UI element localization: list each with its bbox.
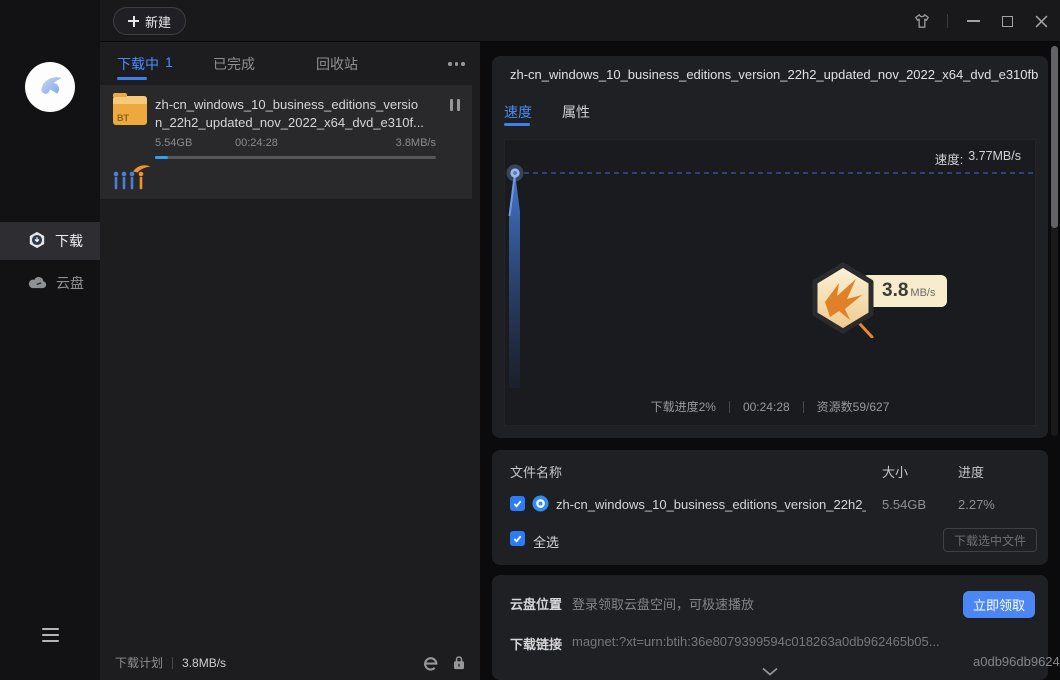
statusbar-speed: 3.8MB/s: [182, 656, 226, 670]
task-size: 5.54GB: [155, 137, 192, 149]
window-controls: [913, 0, 1050, 42]
controls-divider: [947, 14, 948, 28]
download-selected-button[interactable]: 下载选中文件: [943, 528, 1037, 552]
peer-boost-icons: [111, 165, 151, 198]
column-header-size: 大小: [882, 462, 908, 481]
titlebar: 新建: [100, 0, 1060, 42]
select-all-checkbox[interactable]: [510, 531, 525, 546]
thunder-bird-logo-icon: [32, 67, 68, 108]
sidebar-item-label: 云盘: [56, 273, 84, 293]
file-row-name[interactable]: zh-cn_windows_10_business_editions_versi…: [556, 497, 866, 512]
task-name: zh-cn_windows_10_business_editions_versi…: [155, 96, 435, 132]
more-options-icon[interactable]: [448, 62, 465, 66]
stats-divider: [803, 401, 804, 413]
file-row-progress: 2.27%: [958, 497, 995, 512]
list-tabs: 下载中 1 已完成 回收站: [100, 42, 480, 84]
task-elapsed: 00:24:28: [235, 137, 278, 149]
hash-overflow-text: a0db96db9624: [973, 654, 1060, 669]
file-checkbox[interactable]: [510, 496, 525, 511]
tab-trash[interactable]: 回收站: [316, 54, 358, 74]
pause-icon[interactable]: [450, 99, 460, 111]
download-hexagon-icon: [28, 231, 46, 252]
cloud-login-hint: 登录领取云盘空间，可极速播放: [572, 594, 754, 613]
sidebar: 下载 云盘: [0, 0, 100, 680]
detail-scrollbar-thumb[interactable]: [1051, 46, 1058, 228]
bt-folder-icon: BT: [113, 96, 147, 125]
list-statusbar: 下载计划 3.8MB/s: [100, 645, 480, 680]
maximize-icon[interactable]: [998, 12, 1016, 30]
file-row-size: 5.54GB: [882, 497, 926, 512]
hamburger-menu-icon[interactable]: [42, 628, 59, 642]
tab-properties[interactable]: 属性: [562, 102, 590, 122]
tab-label: 回收站: [316, 54, 358, 74]
select-all-label[interactable]: 全选: [533, 532, 559, 551]
speed-chart: 速度: 3.77MB/s 3.8 MB/s: [504, 139, 1036, 426]
stat-resources: 资源数59/627: [817, 398, 890, 415]
tab-label: 下载中: [117, 54, 159, 74]
stat-progress: 下载进度2%: [651, 398, 716, 415]
tab-downloading[interactable]: 下载中 1: [117, 54, 173, 74]
new-task-button[interactable]: 新建: [113, 7, 186, 35]
sidebar-item-label: 下载: [55, 231, 83, 251]
new-task-label: 新建: [145, 12, 171, 31]
close-icon[interactable]: [1032, 12, 1050, 30]
iso-disc-icon: [532, 495, 549, 517]
sidebar-item-cloud[interactable]: 云盘: [0, 264, 100, 302]
claim-now-button[interactable]: 立即领取: [963, 591, 1035, 618]
detail-active-tab-underline: [504, 123, 530, 126]
cloud-icon: [28, 275, 47, 292]
avatar[interactable]: [25, 62, 75, 112]
chevron-down-icon[interactable]: [762, 663, 778, 680]
active-tab-underline: [117, 77, 147, 80]
cloud-location-label: 云盘位置: [510, 594, 562, 613]
column-header-name: 文件名称: [510, 462, 562, 481]
sidebar-item-download[interactable]: 下载: [0, 222, 100, 260]
minimize-icon[interactable]: [964, 12, 982, 30]
plus-icon: [128, 16, 139, 27]
download-link-label: 下载链接: [510, 634, 562, 653]
task-list-panel: 下载中 1 已完成 回收站 BT zh-cn_windows_10_busine…: [100, 42, 480, 680]
ie-engine-icon[interactable]: [422, 654, 439, 676]
tab-speed[interactable]: 速度: [504, 102, 532, 122]
progress-bar: [155, 156, 436, 159]
detail-task-title: zh-cn_windows_10_business_editions_versi…: [510, 67, 1038, 82]
app-window: 下载 云盘 新建: [0, 0, 1060, 680]
download-task-item[interactable]: BT zh-cn_windows_10_business_editions_ve…: [100, 85, 472, 199]
tab-label: 已完成: [213, 54, 255, 74]
chart-stats-row: 下载进度2% 00:24:28 资源数59/627: [505, 398, 1035, 415]
task-speed: 3.8MB/s: [396, 137, 436, 149]
tab-count-badge: 1: [165, 54, 173, 74]
speed-bird-badge: 3.8 MB/s: [808, 262, 968, 334]
download-plan-label[interactable]: 下载计划: [115, 654, 163, 671]
stat-elapsed: 00:24:28: [743, 400, 790, 414]
tab-completed[interactable]: 已完成: [213, 54, 255, 74]
statusbar-divider: [172, 657, 173, 669]
progress-bar-fill: [155, 156, 168, 159]
magnet-link-value[interactable]: magnet:?xt=urn:btih:36e8079399594c018263…: [572, 634, 992, 649]
column-header-progress: 进度: [958, 462, 984, 481]
lock-icon[interactable]: [452, 654, 466, 676]
bird-badge-icon: [808, 262, 878, 343]
stats-divider: [729, 401, 730, 413]
skin-shirt-icon[interactable]: [913, 12, 931, 30]
